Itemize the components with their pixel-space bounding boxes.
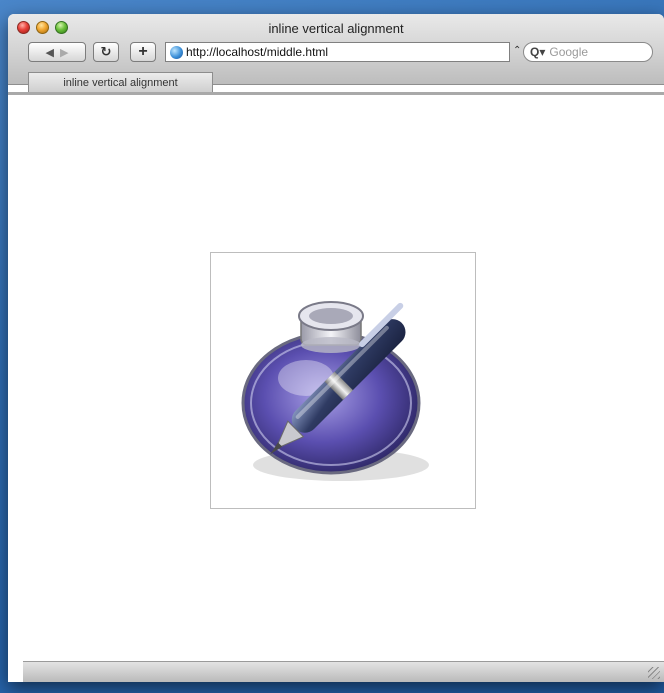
search-placeholder: Google — [549, 45, 589, 59]
search-icon[interactable]: Q▾ — [530, 45, 545, 59]
page-image — [210, 252, 476, 509]
globe-icon — [170, 45, 183, 59]
resize-grip-icon[interactable] — [648, 667, 660, 679]
window-title: inline vertical alignment — [268, 21, 404, 36]
tab-inline-vertical-alignment[interactable]: inline vertical alignment — [28, 72, 213, 92]
browser-window: inline vertical alignment ◀ ▶ ↻ + http:/… — [8, 14, 664, 682]
reload-button[interactable]: ↻ — [93, 42, 119, 62]
add-bookmark-icon: + — [138, 43, 148, 60]
address-bar[interactable]: http://localhost/middle.html — [165, 42, 510, 62]
url-text[interactable]: http://localhost/middle.html — [186, 45, 328, 59]
forward-arrow-icon[interactable]: ▶ — [60, 46, 68, 59]
back-arrow-icon[interactable]: ◀ — [46, 46, 54, 59]
tab-label: inline vertical alignment — [63, 77, 178, 89]
url-dropdown-icon[interactable]: ⌃ — [513, 45, 521, 56]
add-bookmark-button[interactable]: + — [130, 42, 156, 62]
reload-icon: ↻ — [100, 44, 112, 59]
back-forward-button[interactable]: ◀ ▶ — [28, 42, 86, 62]
search-field[interactable]: Q▾ Google — [523, 42, 653, 62]
status-bar — [23, 661, 664, 682]
textedit-inkwell-pen-icon — [241, 301, 429, 481]
page-content — [23, 95, 664, 663]
